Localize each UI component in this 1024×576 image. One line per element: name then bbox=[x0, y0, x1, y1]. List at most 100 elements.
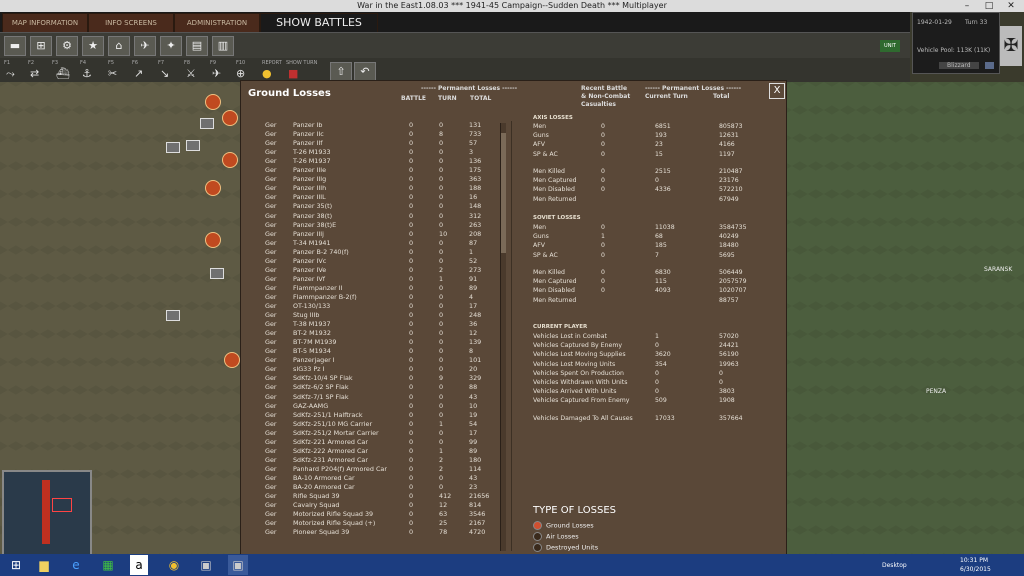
unit-counter[interactable] bbox=[222, 110, 238, 126]
table-row[interactable]: Ger Panzer Ib 0 0 131 bbox=[241, 121, 501, 130]
windows-start-icon[interactable]: ⊞ bbox=[6, 555, 26, 575]
table-row[interactable]: Ger Flammpanzer II 0 0 89 bbox=[241, 284, 501, 293]
star-icon[interactable]: ★ bbox=[82, 36, 104, 56]
arrow-icon[interactable]: ↗ bbox=[134, 67, 143, 80]
table-row[interactable]: Ger BA-10 Armored Car 0 0 43 bbox=[241, 474, 501, 483]
table-row[interactable]: Ger Panzer IVe 0 2 273 bbox=[241, 266, 501, 275]
table-row[interactable]: Ger SdKfz-251/2 Mortar Carrier 0 0 17 bbox=[241, 429, 501, 438]
minimap-viewport[interactable] bbox=[52, 498, 72, 512]
move-icon[interactable]: ↘ bbox=[160, 67, 169, 80]
unit-counter[interactable] bbox=[210, 268, 224, 279]
table-row[interactable]: Ger SdKfz-221 Armored Car 0 0 99 bbox=[241, 438, 501, 447]
tab-show-battles[interactable]: SHOW BATTLES bbox=[260, 13, 378, 33]
radio-air-losses[interactable]: Air Losses bbox=[533, 532, 579, 541]
factory-icon[interactable]: ⌂ bbox=[108, 36, 130, 56]
table-row[interactable]: Ger T-38 M1937 0 0 36 bbox=[241, 320, 501, 329]
radio-destroyed-units[interactable]: Destroyed Units bbox=[533, 543, 598, 552]
store-icon[interactable]: ▦ bbox=[98, 555, 118, 575]
close-window-button[interactable]: ✕ bbox=[1000, 0, 1022, 12]
unit-counter[interactable] bbox=[205, 232, 221, 248]
game-app-active-icon[interactable]: ▣ bbox=[228, 555, 248, 575]
gear-icon[interactable]: ⚙ bbox=[56, 36, 78, 56]
clock-time[interactable]: 10:31 PM bbox=[960, 557, 988, 564]
table-row[interactable]: Ger Panzer B-2 740(f) 0 0 1 bbox=[241, 248, 501, 257]
table-row[interactable]: Ger Panzer IVf 0 1 91 bbox=[241, 275, 501, 284]
table-row[interactable]: Ger Panzer IIIe 0 0 175 bbox=[241, 166, 501, 175]
tab-administration[interactable]: ADMINISTRATION bbox=[174, 13, 260, 33]
unit-counter[interactable] bbox=[222, 152, 238, 168]
table-row[interactable]: Ger Pioneer Squad 39 0 78 4720 bbox=[241, 528, 501, 537]
table-row[interactable]: Ger BT-5 M1934 0 0 8 bbox=[241, 347, 501, 356]
road-icon[interactable]: ⤳ bbox=[6, 67, 15, 81]
unit-counter[interactable] bbox=[205, 180, 221, 196]
table-row[interactable]: Ger T-26 M1937 0 0 136 bbox=[241, 157, 501, 166]
document-icon[interactable]: ▥ bbox=[212, 36, 234, 56]
table-row[interactable]: Ger Panzer IIc 0 8 733 bbox=[241, 130, 501, 139]
attack-icon[interactable]: ⚔ bbox=[186, 67, 196, 80]
table-row[interactable]: Ger Panzerjager I 0 0 101 bbox=[241, 356, 501, 365]
up-arrow-icon[interactable]: ⇧ bbox=[330, 62, 352, 82]
aircraft-icon[interactable]: ✈ bbox=[134, 36, 156, 56]
table-row[interactable]: Ger OT-130/133 0 0 17 bbox=[241, 302, 501, 311]
table-row[interactable]: Ger SdKfz-6/2 SP Flak 0 0 88 bbox=[241, 383, 501, 392]
zoom-icon[interactable]: ⊕ bbox=[236, 67, 245, 80]
table-row[interactable]: Ger T-34 M1941 0 0 87 bbox=[241, 239, 501, 248]
table-row[interactable]: Ger SdKfz-251/10 MG Carrier 0 1 54 bbox=[241, 420, 501, 429]
table-row[interactable]: Ger BA-20 Armored Car 0 0 23 bbox=[241, 483, 501, 492]
table-row[interactable]: Ger Flammpanzer B-2(f) 0 0 4 bbox=[241, 293, 501, 302]
list-scrollbar[interactable] bbox=[500, 123, 506, 551]
table-row[interactable]: Ger Panzer 38(t)E 0 0 263 bbox=[241, 221, 501, 230]
supply-icon[interactable]: ✂ bbox=[108, 67, 117, 80]
rail-icon[interactable]: ⇄ bbox=[30, 67, 39, 80]
unit-counter[interactable] bbox=[186, 140, 200, 151]
close-panel-button[interactable]: X bbox=[769, 83, 785, 99]
table-row[interactable]: Ger BT-7M M1939 0 0 139 bbox=[241, 338, 501, 347]
internet-explorer-icon[interactable]: e bbox=[66, 555, 86, 575]
chrome-icon[interactable]: ◉ bbox=[164, 555, 184, 575]
minimize-button[interactable]: – bbox=[956, 0, 978, 12]
table-row[interactable]: Ger Motorized Rifle Squad 39 0 63 3546 bbox=[241, 510, 501, 519]
tank-icon[interactable]: ▬ bbox=[4, 36, 26, 56]
table-row[interactable]: Ger Panzer IVc 0 0 52 bbox=[241, 257, 501, 266]
table-row[interactable]: Ger Panzer IIIg 0 0 363 bbox=[241, 175, 501, 184]
clock-date[interactable]: 6/30/2015 bbox=[960, 566, 991, 573]
table-row[interactable]: Ger Panzer 35(t) 0 0 148 bbox=[241, 202, 501, 211]
air-icon[interactable]: ✈ bbox=[212, 67, 221, 80]
tab-info-screens[interactable]: INFO SCREENS bbox=[88, 13, 174, 33]
table-row[interactable]: Ger BT-2 M1932 0 0 12 bbox=[241, 329, 501, 338]
unit-counter[interactable] bbox=[205, 94, 221, 110]
hq-icon[interactable]: ⊞ bbox=[30, 36, 52, 56]
table-row[interactable]: Ger SdKfz-231 Armored Car 0 2 180 bbox=[241, 456, 501, 465]
show-turn-icon[interactable]: ■ bbox=[288, 67, 298, 80]
table-row[interactable]: Ger GAZ-AAMG 0 0 10 bbox=[241, 402, 501, 411]
table-row[interactable]: Ger SdKfz-222 Armored Car 0 1 89 bbox=[241, 447, 501, 456]
radio-ground-losses[interactable]: Ground Losses bbox=[533, 521, 594, 530]
table-row[interactable]: Ger T-26 M1933 0 0 3 bbox=[241, 148, 501, 157]
unit-counter[interactable] bbox=[166, 310, 180, 321]
table-row[interactable]: Ger Cavalry Squad 0 12 814 bbox=[241, 501, 501, 510]
table-row[interactable]: Ger Panzer IIf 0 0 57 bbox=[241, 139, 501, 148]
bomb-icon[interactable]: ✦ bbox=[160, 36, 182, 56]
table-row[interactable]: Ger Panzer IIIh 0 0 188 bbox=[241, 184, 501, 193]
table-row[interactable]: Ger SdKfz-10/4 SP Flak 0 9 329 bbox=[241, 374, 501, 383]
report-icon[interactable]: ● bbox=[262, 67, 272, 80]
amazon-icon[interactable]: a bbox=[130, 555, 148, 575]
weather-toggle[interactable] bbox=[985, 62, 994, 69]
table-row[interactable]: Ger SdKfz-251/1 Halftrack 0 0 19 bbox=[241, 411, 501, 420]
unit-counter[interactable] bbox=[200, 118, 214, 129]
desktop-label[interactable]: Desktop bbox=[882, 562, 907, 569]
port-icon[interactable]: ⚓ bbox=[82, 67, 92, 80]
undo-icon[interactable]: ↶ bbox=[354, 62, 376, 82]
table-row[interactable]: Ger Panzer IIIL 0 0 16 bbox=[241, 193, 501, 202]
tab-map-information[interactable]: MAP INFORMATION bbox=[2, 13, 88, 33]
scrollbar-thumb[interactable] bbox=[501, 133, 506, 253]
unit-counter[interactable] bbox=[224, 352, 240, 368]
game-app-icon[interactable]: ▣ bbox=[196, 555, 216, 575]
maximize-button[interactable]: □ bbox=[978, 0, 1000, 12]
table-row[interactable]: Ger SdKfz-7/1 SP Flak 0 0 43 bbox=[241, 393, 501, 402]
table-row[interactable]: Ger Rifle Squad 39 0 412 21656 bbox=[241, 492, 501, 501]
clipboard-icon[interactable]: ▤ bbox=[186, 36, 208, 56]
table-row[interactable]: Ger Panzer IIIj 0 10 208 bbox=[241, 230, 501, 239]
table-row[interactable]: Ger Panzer 38(t) 0 0 312 bbox=[241, 212, 501, 221]
table-row[interactable]: Ger sIG33 Pz I 0 0 20 bbox=[241, 365, 501, 374]
